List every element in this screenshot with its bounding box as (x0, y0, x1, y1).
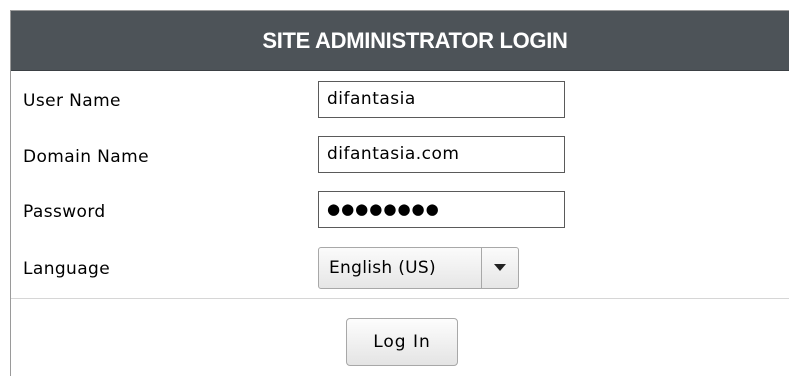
domain-name-label: Domain Name (23, 147, 149, 167)
chevron-down-icon[interactable] (481, 248, 518, 288)
username-input[interactable]: difantasia (318, 81, 565, 118)
password-input[interactable]: ●●●●●●●● (318, 191, 565, 228)
language-label: Language (23, 259, 111, 279)
language-select[interactable]: English (US) (318, 247, 519, 289)
domain-name-input[interactable]: difantasia.com (318, 136, 565, 173)
page-title: SITE ADMINISTRATOR LOGIN (262, 27, 568, 53)
login-button[interactable]: Log In (346, 318, 458, 366)
form-divider (11, 298, 789, 299)
password-label: Password (23, 202, 106, 222)
login-panel: SITE ADMINISTRATOR LOGIN User Name difan… (10, 10, 789, 376)
username-label: User Name (23, 91, 121, 111)
language-selected-value: English (US) (329, 258, 436, 278)
login-header: SITE ADMINISTRATOR LOGIN (11, 11, 789, 71)
triangle-down-icon (494, 264, 506, 271)
